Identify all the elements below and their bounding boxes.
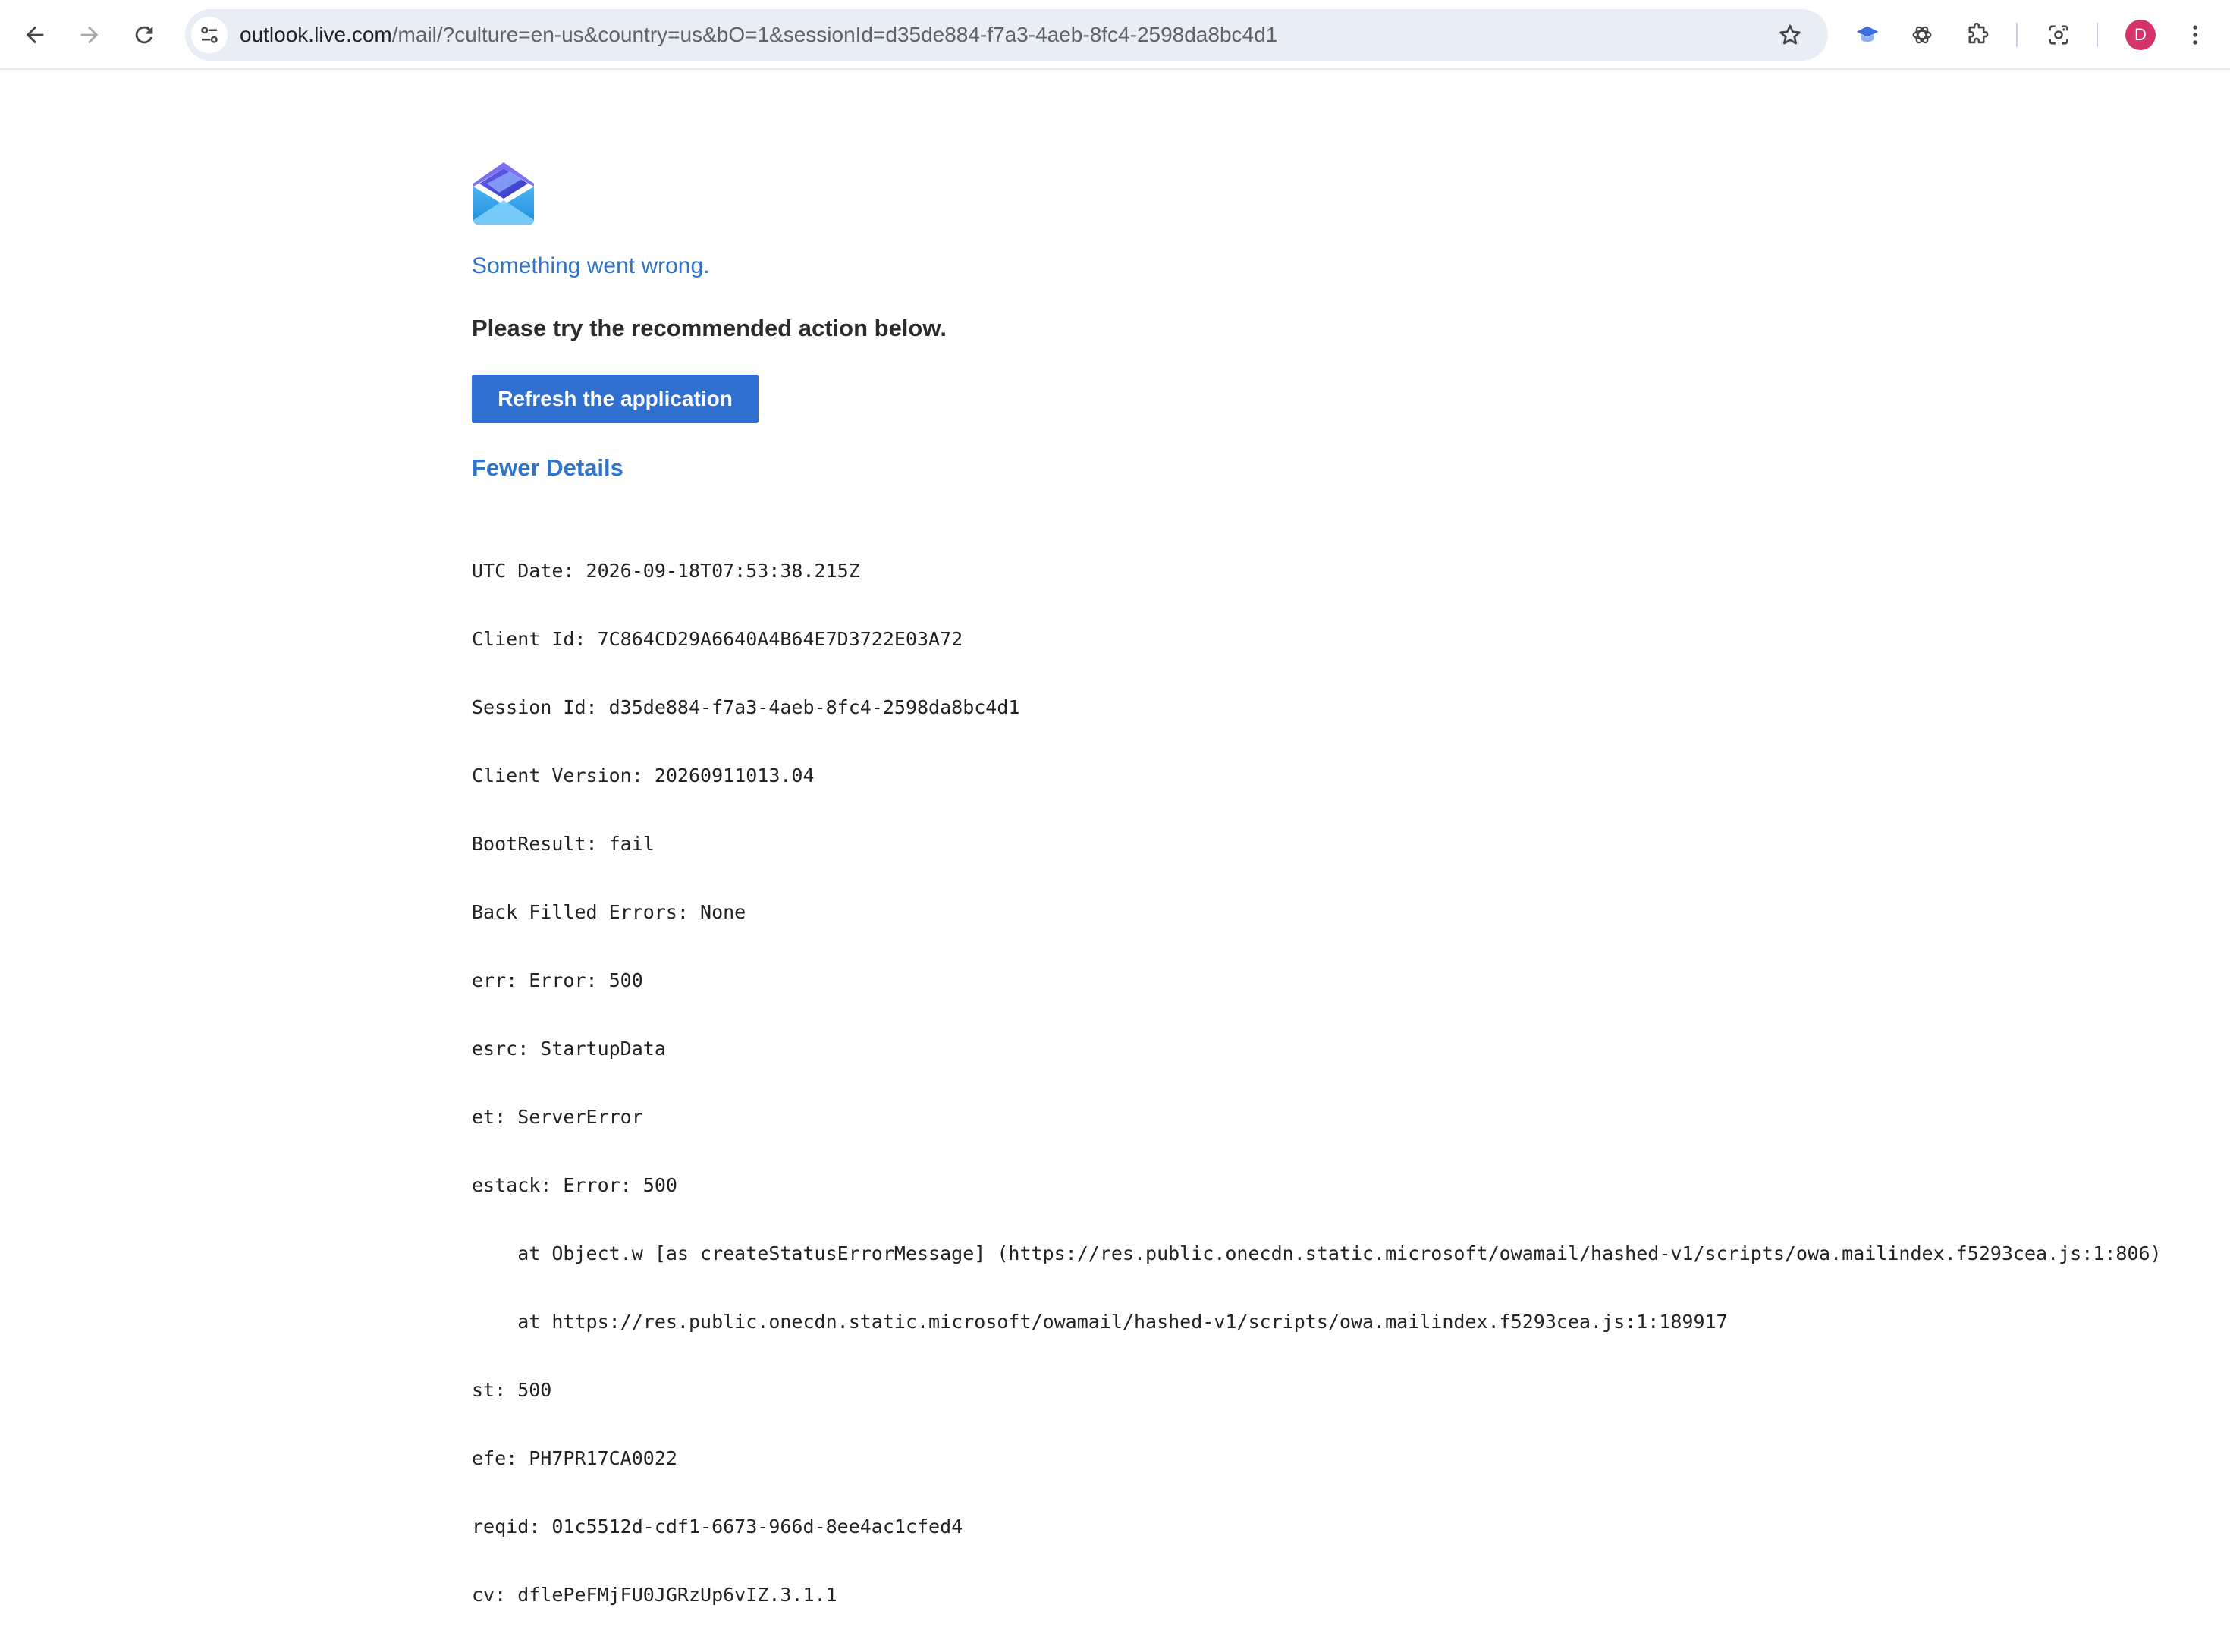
detail-line: at https://res.public.onecdn.static.micr… [472,1311,1728,1333]
extension-button-2[interactable] [1904,17,1940,53]
detail-line: err: Error: 500 [472,969,643,991]
detail-line: reqid: 01c5512d-cdf1-6673-966d-8ee4ac1cf… [472,1515,963,1537]
bookmark-button[interactable] [1772,17,1808,53]
forward-button[interactable] [71,17,108,53]
detail-line: Back Filled Errors: None [472,901,746,923]
detail-line: efe: PH7PR17CA0022 [472,1447,677,1469]
error-page: Something went wrong. Please try the rec… [472,161,2216,1652]
back-button[interactable] [17,17,53,53]
openai-icon [1912,26,1932,44]
error-action-text: Please try the recommended action below. [472,315,947,341]
toolbar-divider [2097,23,2098,47]
forward-arrow-icon [80,26,99,44]
fewer-details-link[interactable]: Fewer Details [472,454,623,482]
browser-menu-button[interactable] [2177,17,2213,53]
detail-line: UTC Date: 2026-09-18T07:53:38.215Z [472,560,860,582]
lens-button[interactable] [2040,17,2077,53]
tune-icon [201,27,218,43]
detail-line: et: ServerError [472,1106,643,1128]
detail-line: estack: Error: 500 [472,1174,677,1196]
toolbar-divider [2016,23,2018,47]
detail-line: Client Version: 20260911013.04 [472,765,815,787]
error-details: UTC Date: 2026-09-18T07:53:38.215Z Clien… [472,514,2216,1652]
back-arrow-icon [26,26,44,44]
detail-line: cv: dflePeFMjFU0JGRzUp6vIZ.3.1.1 [472,1584,837,1606]
detail-line: Session Id: d35de884-f7a3-4aeb-8fc4-2598… [472,696,1020,718]
address-bar[interactable]: outlook.live.com/mail/?culture=en-us&cou… [185,9,1828,61]
url-host: outlook.live.com [240,23,392,46]
detail-line: BootResult: fail [472,833,655,855]
profile-avatar[interactable]: D [2125,20,2156,50]
url-text[interactable]: outlook.live.com/mail/?culture=en-us&cou… [240,9,1277,61]
browser-toolbar: outlook.live.com/mail/?culture=en-us&cou… [0,0,2230,70]
reload-button[interactable] [126,17,162,53]
kebab-menu-icon [2193,25,2197,45]
error-title: Something went wrong. [472,253,710,278]
reload-icon [135,26,153,44]
graduation-cap-icon [1856,26,1879,42]
refresh-application-button[interactable]: Refresh the application [472,375,759,423]
detail-line: Client Id: 7C864CD29A6640A4B64E7D3722E03… [472,628,963,650]
lens-icon [2049,25,2068,45]
site-info-button[interactable] [191,17,228,53]
extensions-button[interactable] [1958,17,1995,53]
detail-line: esrc: StartupData [472,1038,666,1060]
puzzle-icon [1968,22,1989,44]
outlook-logo-icon [472,161,536,226]
url-path: /mail/?culture=en-us&country=us&bO=1&ses… [391,23,1278,46]
extension-button-1[interactable] [1849,17,1886,53]
star-icon [1779,24,1801,45]
detail-line: at Object.w [as createStatusErrorMessage… [472,1242,2162,1264]
detail-line: st: 500 [472,1379,552,1401]
